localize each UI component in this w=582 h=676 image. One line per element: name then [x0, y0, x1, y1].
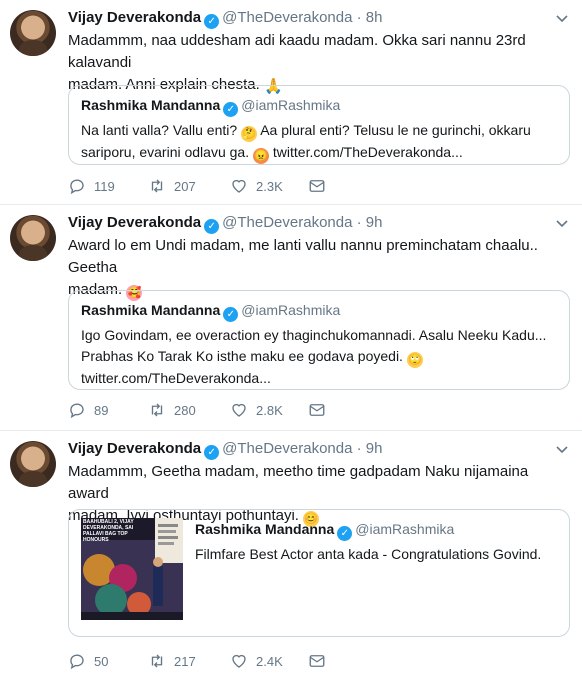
quoted-tweet-header: Rashmika Mandanna ✓ @iamRashmika: [81, 96, 557, 117]
reply-icon: [70, 179, 84, 195]
verified-icon: ✓: [204, 14, 220, 29]
tweet[interactable]: Vijay Deverakonda ✓ @TheDeverakonda · 9h M…: [0, 431, 582, 676]
retweet-button[interactable]: 217: [148, 652, 196, 670]
tweet-actions: 50 217 2.4K: [68, 652, 568, 672]
retweet-icon: [151, 179, 163, 193]
quoted-image-caption: BAAHUBALI 2, VIJAY DEVERAKONDA, SAI PALL…: [83, 519, 134, 543]
timestamp[interactable]: 9h: [366, 214, 383, 231]
tweet[interactable]: Vijay Deverakonda ✓ @TheDeverakonda · 8h M…: [0, 0, 582, 205]
tweet-header: Vijay Deverakonda ✓ @TheDeverakonda · 8h: [68, 8, 382, 29]
separator: ·: [352, 9, 366, 26]
tweet-text-line: Madammm, Geetha madam, meetho time gadpa…: [68, 463, 529, 502]
message-button[interactable]: [308, 652, 326, 670]
verified-icon: ✓: [337, 526, 353, 541]
retweet-button[interactable]: 280: [148, 401, 196, 419]
like-icon: [232, 179, 246, 193]
verified-icon: ✓: [223, 307, 239, 322]
caret-down-icon[interactable]: [554, 441, 570, 457]
quoted-text-line: Igo Govindam, ee overaction ey thaginchu…: [81, 327, 547, 343]
reply-icon: [70, 403, 84, 419]
retweet-button[interactable]: 207: [148, 177, 196, 195]
author-name[interactable]: Vijay Deverakonda: [68, 440, 201, 457]
quoted-author-handle: @iamRashmika: [355, 521, 455, 537]
tweet-header: Vijay Deverakonda ✓ @TheDeverakonda · 9h: [68, 439, 382, 460]
angry-emoji-icon: 😠: [253, 148, 269, 164]
quoted-tweet-header: Rashmika Mandanna ✓ @iamRashmika: [195, 520, 541, 541]
tweet-actions: 89 280 2.8K: [68, 401, 568, 421]
quoted-author-name: Rashmika Mandanna: [81, 97, 221, 113]
tweet[interactable]: Vijay Deverakonda ✓ @TheDeverakonda · 9h A…: [0, 205, 582, 431]
quoted-text-line: Aa plural enti? Telusu le ne gurinchi, o…: [260, 122, 531, 138]
quoted-image[interactable]: BAAHUBALI 2, VIJAY DEVERAKONDA, SAI PALL…: [81, 518, 183, 620]
author-handle[interactable]: @TheDeverakonda: [222, 440, 352, 457]
quoted-text-line: Na lanti valla? Vallu enti?: [81, 122, 238, 138]
like-icon: [232, 403, 246, 417]
author-name[interactable]: Vijay Deverakonda: [68, 214, 201, 231]
verified-icon: ✓: [204, 445, 220, 460]
reply-icon: [70, 654, 84, 670]
like-count: 2.4K: [256, 653, 283, 669]
reply-button[interactable]: 89: [68, 401, 108, 419]
like-count: 2.8K: [256, 402, 283, 418]
timestamp[interactable]: 8h: [366, 9, 383, 26]
verified-icon: ✓: [204, 219, 220, 234]
avatar[interactable]: [10, 215, 56, 261]
message-icon: [309, 404, 325, 416]
tweet-header: Vijay Deverakonda ✓ @TheDeverakonda · 9h: [68, 213, 382, 234]
message-button[interactable]: [308, 401, 326, 419]
message-icon: [309, 180, 325, 192]
like-button[interactable]: 2.8K: [230, 401, 283, 419]
reply-button[interactable]: 50: [68, 652, 108, 670]
retweet-icon: [151, 654, 163, 668]
quoted-author-handle: @iamRashmika: [241, 302, 341, 318]
like-count: 2.3K: [256, 178, 283, 194]
quoted-tweet[interactable]: BAAHUBALI 2, VIJAY DEVERAKONDA, SAI PALL…: [68, 509, 570, 637]
separator: ·: [352, 214, 366, 231]
author-handle[interactable]: @TheDeverakonda: [222, 9, 352, 26]
retweet-icon: [151, 403, 163, 417]
quoted-tweet-header: Rashmika Mandanna ✓ @iamRashmika: [81, 301, 557, 322]
reply-count: 50: [94, 653, 109, 669]
retweet-count: 280: [174, 402, 196, 418]
author-name[interactable]: Vijay Deverakonda: [68, 9, 201, 26]
tweet-actions: 119 207 2.3K: [68, 177, 568, 197]
separator: ·: [352, 440, 366, 457]
thinking-emoji-icon: 🤔: [241, 126, 258, 142]
caret-down-icon[interactable]: [554, 10, 570, 26]
author-handle[interactable]: @TheDeverakonda: [222, 214, 352, 231]
avatar[interactable]: [10, 441, 56, 487]
quoted-author-name: Rashmika Mandanna: [81, 302, 221, 318]
rolling-eyes-emoji-icon: 🙄: [406, 352, 423, 368]
retweet-count: 207: [174, 178, 196, 194]
message-button[interactable]: [308, 177, 326, 195]
message-icon: [309, 655, 325, 667]
quoted-tweet-text: Filmfare Best Actor anta kada - Congratu…: [195, 546, 542, 562]
quoted-tweet[interactable]: Rashmika Mandanna ✓ @iamRashmika Na lanti …: [68, 85, 570, 165]
quoted-tweet-text: Na lanti valla? Vallu enti? 🤔 Aa plural …: [81, 120, 557, 164]
quoted-author-handle: @iamRashmika: [241, 97, 341, 113]
tweet-text-line: Award lo em Undi madam, me lanti vallu n…: [68, 237, 538, 276]
quoted-text-line: Prabhas Ko Tarak Ko isthe maku ee godava…: [81, 348, 403, 364]
quoted-tweet-text: Igo Govindam, ee overaction ey thaginchu…: [81, 325, 557, 389]
like-icon: [232, 654, 246, 668]
quoted-link[interactable]: twitter.com/TheDeverakonda...: [273, 144, 463, 160]
timestamp[interactable]: 9h: [366, 440, 383, 457]
quoted-text-line: sariporu, evarini odlavu ga.: [81, 144, 250, 160]
quoted-tweet[interactable]: Rashmika Mandanna ✓ @iamRashmika Igo Govin…: [68, 290, 570, 390]
like-button[interactable]: 2.4K: [230, 652, 283, 670]
avatar[interactable]: [10, 10, 56, 56]
like-button[interactable]: 2.3K: [230, 177, 283, 195]
retweet-count: 217: [174, 653, 196, 669]
reply-count: 89: [94, 402, 109, 418]
caret-down-icon[interactable]: [554, 215, 570, 231]
quoted-link[interactable]: twitter.com/TheDeverakonda...: [81, 370, 271, 386]
reply-button[interactable]: 119: [68, 177, 115, 195]
quoted-author-name: Rashmika Mandanna: [195, 521, 335, 537]
tweet-text-line: Madammm, naa uddesham adi kaadu madam. O…: [68, 32, 526, 71]
verified-icon: ✓: [223, 102, 239, 117]
reply-count: 119: [94, 178, 115, 194]
quoted-tweet-body: Rashmika Mandanna ✓ @iamRashmika Filmfare …: [195, 520, 541, 565]
